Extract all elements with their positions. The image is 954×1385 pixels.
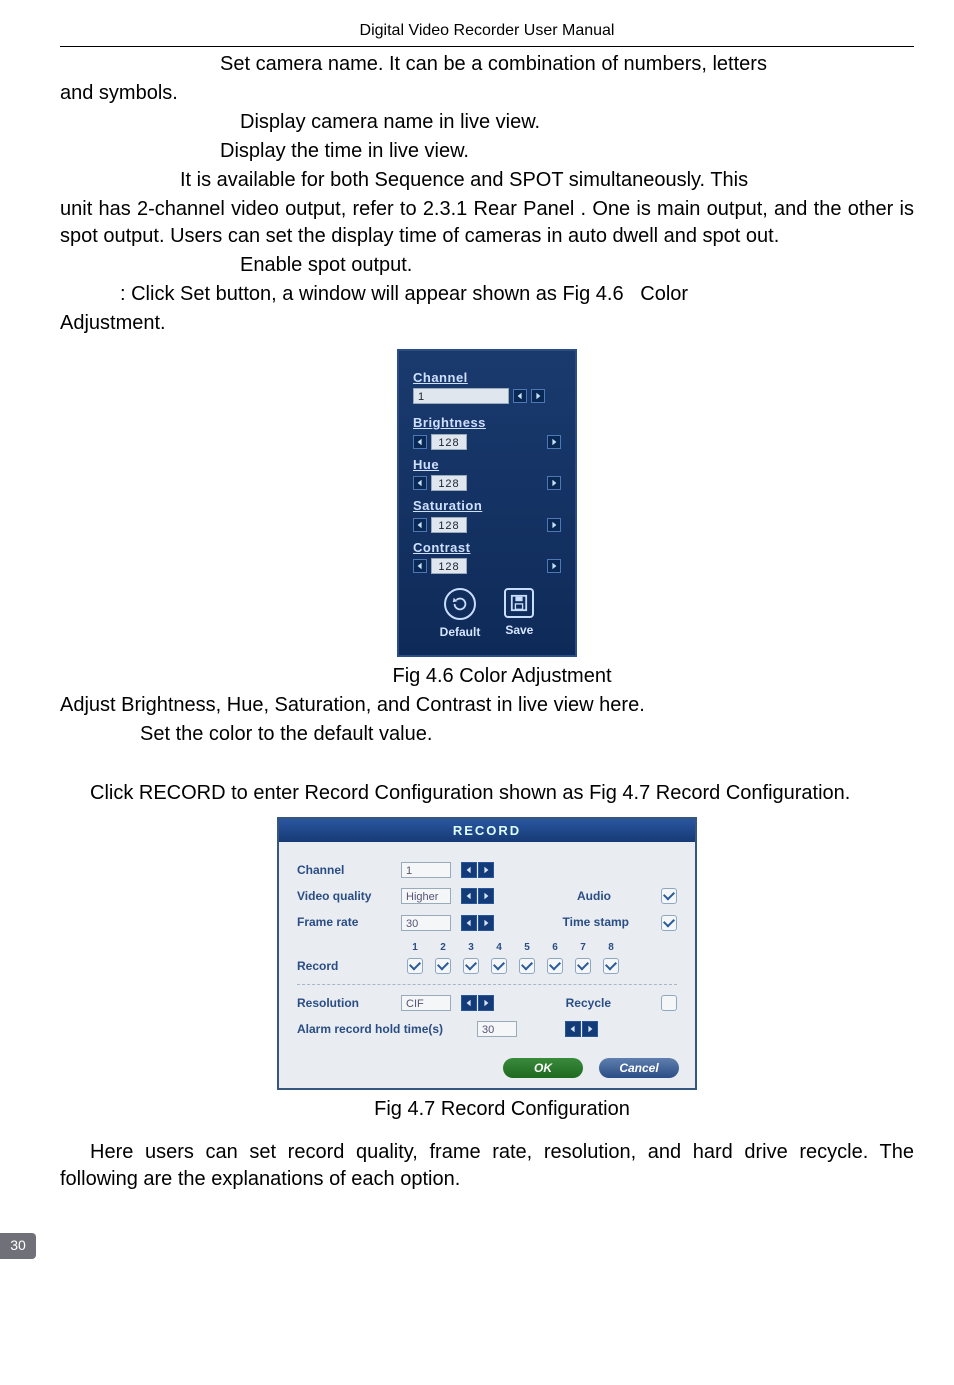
hue-label: Hue <box>413 456 561 474</box>
text-default-color: Set the color to the default value. <box>60 721 914 748</box>
rec-channel-checkboxes: 1 2 3 4 5 6 7 8 <box>405 941 621 975</box>
rec-channel-value[interactable]: 1 <box>401 862 451 878</box>
brightness-right-icon[interactable] <box>547 435 561 449</box>
record-title: RECORD <box>279 819 695 843</box>
rec-timestamp-checkbox[interactable] <box>661 915 677 931</box>
text-camera-name-2: and symbols. <box>60 80 914 107</box>
contrast-label: Contrast <box>413 539 561 557</box>
channel-right-icon[interactable] <box>531 389 545 403</box>
brightness-left-icon[interactable] <box>413 435 427 449</box>
text-adjust: Adjust Brightness, Hue, Saturation, and … <box>60 692 914 719</box>
page-number: 30 <box>0 1233 36 1259</box>
rec-ch4-checkbox[interactable] <box>491 958 507 974</box>
saturation-value[interactable]: 128 <box>431 517 467 533</box>
rec-recycle-checkbox[interactable] <box>661 995 677 1011</box>
rec-videoq-label: Video quality <box>297 888 391 904</box>
rec-hold-left-icon[interactable] <box>565 1021 581 1037</box>
saturation-right-icon[interactable] <box>547 518 561 532</box>
saturation-left-icon[interactable] <box>413 518 427 532</box>
contrast-right-icon[interactable] <box>547 559 561 573</box>
default-icon[interactable] <box>444 588 476 620</box>
rec-audio-label: Audio <box>577 888 611 904</box>
channel-left-icon[interactable] <box>513 389 527 403</box>
rec-channel-label: Channel <box>297 862 391 878</box>
hue-left-icon[interactable] <box>413 476 427 490</box>
page-header: Digital Video Recorder User Manual <box>60 20 914 47</box>
rec-framerate-value[interactable]: 30 <box>401 915 451 931</box>
save-label: Save <box>504 622 534 638</box>
text-click-set-2: Adjustment. <box>60 310 914 337</box>
rec-videoq-left-icon[interactable] <box>461 888 477 904</box>
rec-recycle-label: Recycle <box>566 995 611 1011</box>
text-sequence-1: It is available for both Sequence and SP… <box>60 167 914 194</box>
hue-value[interactable]: 128 <box>431 475 467 491</box>
text-camera-name-1: Set camera name. It can be a combination… <box>60 51 914 78</box>
save-icon[interactable] <box>504 588 534 618</box>
figure-caption-4-7: Fig 4.7 Record Configuration <box>90 1096 914 1123</box>
rec-timestamp-label: Time stamp <box>563 914 629 930</box>
rec-hold-value[interactable]: 30 <box>477 1021 517 1037</box>
hue-right-icon[interactable] <box>547 476 561 490</box>
saturation-label: Saturation <box>413 497 561 515</box>
rec-resolution-right-icon[interactable] <box>478 995 494 1011</box>
figure-caption-4-6: Fig 4.6 Color Adjustment <box>90 663 914 690</box>
rec-ch5-checkbox[interactable] <box>519 958 535 974</box>
cancel-button[interactable]: Cancel <box>599 1058 679 1078</box>
text-enable-spot: Enable spot output. <box>60 252 914 279</box>
text-display-time: Display the time in live view. <box>60 138 914 165</box>
channel-label: Channel <box>413 369 561 387</box>
text-sequence-2: unit has 2-channel video output, refer t… <box>60 196 914 250</box>
default-label: Default <box>440 624 481 640</box>
rec-ch7-checkbox[interactable] <box>575 958 591 974</box>
rec-ch2-checkbox[interactable] <box>435 958 451 974</box>
rec-framerate-label: Frame rate <box>297 914 391 930</box>
rec-hold-right-icon[interactable] <box>582 1021 598 1037</box>
text-display-name: Display camera name in live view. <box>60 109 914 136</box>
rec-hold-label: Alarm record hold time(s) <box>297 1021 467 1037</box>
text-set-quality: Here users can set record quality, frame… <box>60 1139 914 1193</box>
rec-resolution-label: Resolution <box>297 995 391 1011</box>
brightness-value[interactable]: 128 <box>431 434 467 450</box>
ok-button[interactable]: OK <box>503 1058 583 1078</box>
rec-ch6-checkbox[interactable] <box>547 958 563 974</box>
channel-value[interactable]: 1 <box>413 388 509 404</box>
divider <box>297 984 677 985</box>
rec-resolution-value[interactable]: CIF <box>401 995 451 1011</box>
rec-audio-checkbox[interactable] <box>661 888 677 904</box>
rec-ch1-checkbox[interactable] <box>407 958 423 974</box>
record-config-panel: RECORD Channel 1 Video quality Higher Au… <box>277 817 697 1090</box>
rec-videoq-value[interactable]: Higher <box>401 888 451 904</box>
rec-ch3-checkbox[interactable] <box>463 958 479 974</box>
text-click-set: : Click Set button, a window will appear… <box>60 281 914 308</box>
contrast-value[interactable]: 128 <box>431 558 467 574</box>
rec-channel-left-icon[interactable] <box>461 862 477 878</box>
color-adjustment-panel: Channel 1 Brightness 128 Hue 128 Saturat… <box>397 349 577 657</box>
rec-framerate-left-icon[interactable] <box>461 915 477 931</box>
rec-channel-right-icon[interactable] <box>478 862 494 878</box>
text-click-record: Click RECORD to enter Record Configurati… <box>60 780 914 807</box>
rec-videoq-right-icon[interactable] <box>478 888 494 904</box>
rec-framerate-right-icon[interactable] <box>478 915 494 931</box>
contrast-left-icon[interactable] <box>413 559 427 573</box>
rec-ch8-checkbox[interactable] <box>603 958 619 974</box>
brightness-label: Brightness <box>413 414 561 432</box>
rec-record-label: Record <box>297 958 391 974</box>
rec-resolution-left-icon[interactable] <box>461 995 477 1011</box>
